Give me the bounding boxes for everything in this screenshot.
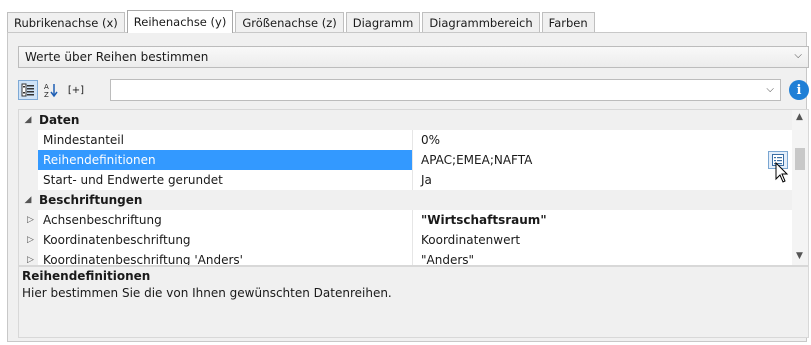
property-toolbar: A Z [+] ⌵ i xyxy=(18,79,809,101)
scroll-up-icon[interactable]: ▲ xyxy=(796,112,803,122)
filter-input[interactable] xyxy=(111,80,751,100)
property-value[interactable]: Koordinatenwert xyxy=(421,230,520,250)
mouse-cursor-icon xyxy=(775,162,789,183)
tab-diagramm[interactable]: Diagramm xyxy=(345,12,421,32)
property-row[interactable]: Start- und Endwerte gerundet Ja xyxy=(19,170,794,190)
property-name: Mindestanteil xyxy=(43,133,124,147)
tab-reihenachse[interactable]: Reihenachse (y) xyxy=(126,10,234,33)
column-divider xyxy=(412,210,413,230)
tab-groessenachse[interactable]: Größenachse (z) xyxy=(235,12,344,32)
column-divider xyxy=(412,250,413,265)
property-value[interactable]: "Anders" xyxy=(421,250,474,265)
expand-triangle-icon[interactable]: ▷ xyxy=(27,250,34,265)
description-text: Hier bestimmen Sie die von Ihnen gewünsc… xyxy=(22,286,392,300)
sort-alphabetical-icon: A Z xyxy=(44,83,58,98)
chevron-down-icon[interactable]: ⌵ xyxy=(766,84,774,95)
category-label: Beschriftungen xyxy=(39,193,143,207)
filter-field[interactable]: ⌵ xyxy=(110,79,781,101)
alphabetical-sort-button[interactable]: A Z xyxy=(41,80,61,100)
column-divider xyxy=(412,170,413,190)
property-name: Koordinatenbeschriftung 'Anders' xyxy=(43,253,243,266)
column-divider xyxy=(412,150,413,170)
categorized-view-icon xyxy=(21,83,34,97)
scroll-thumb[interactable] xyxy=(795,148,805,170)
expand-all-button[interactable]: [+] xyxy=(64,80,88,100)
property-value[interactable]: 0% xyxy=(421,130,440,150)
svg-text:A: A xyxy=(44,83,49,91)
property-value[interactable]: APAC;EMEA;NAFTA xyxy=(421,150,532,170)
scroll-down-icon[interactable]: ▼ xyxy=(796,251,803,261)
description-title: Reihendefinitionen xyxy=(22,269,151,283)
property-row[interactable]: ▷ Achsenbeschriftung "Wirtschaftsraum" xyxy=(19,210,794,230)
property-row-selected[interactable]: Reihendefinitionen APAC;EMEA;NAFTA xyxy=(19,150,794,170)
row-margin xyxy=(19,170,38,190)
expand-all-label: [+] xyxy=(67,84,85,96)
categorized-view-button[interactable] xyxy=(18,80,38,100)
property-name: Achsenbeschriftung xyxy=(43,213,162,227)
tab-diagrammbereich[interactable]: Diagrammbereich xyxy=(422,12,540,32)
column-divider xyxy=(412,230,413,250)
property-row[interactable]: ▷ Koordinatenbeschriftung 'Anders' "Ande… xyxy=(19,250,794,266)
info-button[interactable]: i xyxy=(789,80,809,100)
mode-select[interactable]: Werte über Reihen bestimmen ⌵ xyxy=(18,46,809,68)
row-margin xyxy=(19,150,38,170)
tab-farben[interactable]: Farben xyxy=(541,12,595,32)
row-margin xyxy=(19,130,38,150)
svg-text:Z: Z xyxy=(44,91,49,98)
collapse-triangle-icon[interactable]: ◢ xyxy=(19,195,37,205)
property-row[interactable]: Mindestanteil 0% xyxy=(19,130,794,150)
info-icon: i xyxy=(796,82,802,98)
property-name: Reihendefinitionen xyxy=(43,153,156,167)
chevron-down-icon: ⌵ xyxy=(794,50,802,61)
property-name: Start- und Endwerte gerundet xyxy=(43,173,223,187)
property-name: Koordinatenbeschriftung xyxy=(43,233,191,247)
expand-triangle-icon[interactable]: ▷ xyxy=(27,210,34,230)
collapse-triangle-icon[interactable]: ◢ xyxy=(19,115,37,125)
property-row[interactable]: ▷ Koordinatenbeschriftung Koordinatenwer… xyxy=(19,230,794,250)
expand-triangle-icon[interactable]: ▷ xyxy=(27,230,34,250)
category-label: Daten xyxy=(39,113,80,127)
vertical-scrollbar[interactable]: ▲ ▼ xyxy=(792,110,808,265)
property-grid: ◢ Daten Mindestanteil 0% Reihendefinitio… xyxy=(18,109,809,266)
mode-select-value: Werte über Reihen bestimmen xyxy=(25,50,209,64)
category-beschriftungen[interactable]: ◢ Beschriftungen xyxy=(19,190,794,210)
property-value[interactable]: Ja xyxy=(421,170,432,190)
tab-strip: Rubrikenachse (x) Reihenachse (y) Größen… xyxy=(7,10,597,33)
column-divider xyxy=(412,130,413,150)
category-daten[interactable]: ◢ Daten xyxy=(19,110,794,130)
tab-rubrikenachse[interactable]: Rubrikenachse (x) xyxy=(7,12,125,32)
description-pane: Reihendefinitionen Hier bestimmen Sie di… xyxy=(18,266,809,338)
property-value[interactable]: "Wirtschaftsraum" xyxy=(421,210,547,230)
